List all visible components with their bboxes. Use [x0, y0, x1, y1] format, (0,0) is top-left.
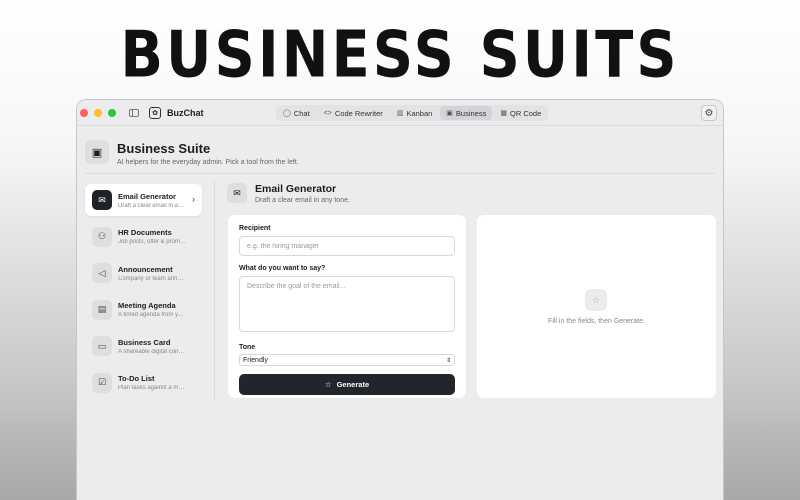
tab-chat[interactable]: ◯ Chat	[277, 106, 316, 120]
tab-label: Chat	[293, 108, 310, 118]
star-icon: ☆	[324, 380, 332, 389]
kanban-icon: ▥	[396, 110, 404, 117]
generate-label: Generate	[336, 380, 370, 389]
sidebar-divider	[214, 180, 215, 400]
gear-icon: ⚙	[704, 107, 714, 119]
minimize-window-button[interactable]	[94, 108, 102, 117]
qr-icon: ▦	[500, 110, 507, 117]
tool-name: Meeting Agenda	[118, 301, 176, 310]
app-window: ✿ BuzChat ◯ Chat <> Code Rewriter ▥ Kanb…	[76, 99, 724, 500]
generator-title: Email Generator	[255, 183, 337, 195]
tool-name: Business Card	[118, 337, 171, 347]
output-empty-text: Fill in the fields, then Generate.	[548, 318, 645, 325]
calendar-check-icon: ☑	[92, 372, 112, 393]
tool-todo-list[interactable]: ☑ To-Do List Plan tasks against a month	[85, 367, 202, 399]
recipient-label: Recipient	[239, 225, 271, 232]
tone-label: Tone	[239, 344, 256, 351]
header-divider	[85, 173, 715, 174]
tab-qr-code[interactable]: ▦ QR Code	[494, 106, 547, 120]
message-label: What do you want to say?	[239, 265, 326, 272]
tab-label: QR Code	[509, 108, 542, 118]
generator-header: ✉ Email Generator Draft a clear email in…	[227, 183, 350, 204]
people-icon: ⚇	[92, 226, 112, 247]
star-icon: ☆	[585, 289, 607, 311]
suite-header: ▣ Business Suite AI helpers for the ever…	[85, 140, 299, 166]
tool-hr-documents[interactable]: ⚇ HR Documents Job posts, offer & promot…	[85, 221, 202, 253]
app-name: BuzChat	[167, 107, 204, 118]
message-textarea[interactable]	[239, 276, 455, 332]
tool-announcement[interactable]: ◁ Announcement Company or team announcem…	[85, 257, 202, 289]
tab-kanban[interactable]: ▥ Kanban	[391, 106, 438, 120]
close-window-button[interactable]	[80, 108, 88, 117]
envelope-icon: ✉	[92, 190, 112, 210]
tool-list: ✉ Email Generator Draft a clear email in…	[85, 184, 202, 403]
updown-chevron-icon: ⇕	[445, 357, 451, 364]
page-subtitle: AI helpers for the everyday admin. Pick …	[117, 159, 299, 166]
tab-label: Kanban	[406, 108, 433, 118]
generate-button[interactable]: ☆ Generate	[239, 374, 455, 395]
tool-desc: A timed agenda from your notes	[118, 312, 186, 318]
tab-label: Business	[455, 108, 487, 118]
page-title: Business Suite	[117, 141, 211, 156]
tool-desc: Job posts, offer & promotion letters	[118, 239, 186, 245]
generator-subtitle: Draft a clear email in any tone.	[255, 197, 350, 204]
settings-button[interactable]: ⚙	[701, 105, 717, 121]
tool-business-card[interactable]: ▭ Business Card A shareable digital cont…	[85, 330, 202, 362]
tone-value: Friendly	[243, 356, 268, 364]
id-card-icon: ▭	[92, 336, 112, 356]
briefcase-icon: ▣	[446, 110, 453, 117]
promo-headline: BUSINESS SUITS	[120, 18, 680, 93]
tab-business[interactable]: ▣ Business	[440, 106, 493, 120]
mode-tabs: ◯ Chat <> Code Rewriter ▥ Kanban ▣ Busin…	[276, 105, 549, 121]
tab-label: Code Rewriter	[334, 108, 383, 118]
recipient-input[interactable]	[239, 236, 455, 256]
tool-desc: Draft a clear email in any tone.	[118, 202, 186, 209]
output-panel: ☆ Fill in the fields, then Generate.	[477, 215, 716, 398]
envelope-icon: ✉	[227, 183, 247, 203]
zoom-window-button[interactable]	[108, 108, 116, 117]
tool-email-generator[interactable]: ✉ Email Generator Draft a clear email in…	[85, 184, 202, 216]
megaphone-icon: ◁	[92, 263, 112, 283]
tool-desc: Plan tasks against a month	[118, 385, 186, 391]
tool-name: Email Generator	[118, 191, 176, 201]
chevron-right-icon: ›	[192, 194, 195, 204]
window-controls	[80, 108, 116, 117]
email-form: Recipient What do you want to say? Tone …	[228, 215, 466, 398]
code-icon: <>	[323, 109, 332, 117]
calendar-icon: ▤	[92, 299, 112, 320]
tool-desc: Company or team announcements	[118, 275, 186, 282]
app-logo-icon: ✿	[149, 106, 161, 119]
sidebar-toggle-icon[interactable]	[129, 108, 139, 117]
tool-name: To-Do List	[118, 374, 155, 383]
tool-desc: A shareable digital contact card	[118, 348, 186, 355]
tab-code-rewriter[interactable]: <> Code Rewriter	[318, 106, 389, 120]
tool-name: HR Documents	[118, 228, 172, 237]
briefcase-icon: ▣	[85, 140, 109, 164]
tool-meeting-agenda[interactable]: ▤ Meeting Agenda A timed agenda from you…	[85, 294, 202, 326]
chat-bubble-icon: ◯	[283, 110, 291, 117]
title-bar: ✿ BuzChat ◯ Chat <> Code Rewriter ▥ Kanb…	[77, 100, 723, 126]
tool-name: Announcement	[118, 264, 173, 274]
tone-select[interactable]: Friendly ⇕	[239, 354, 455, 366]
